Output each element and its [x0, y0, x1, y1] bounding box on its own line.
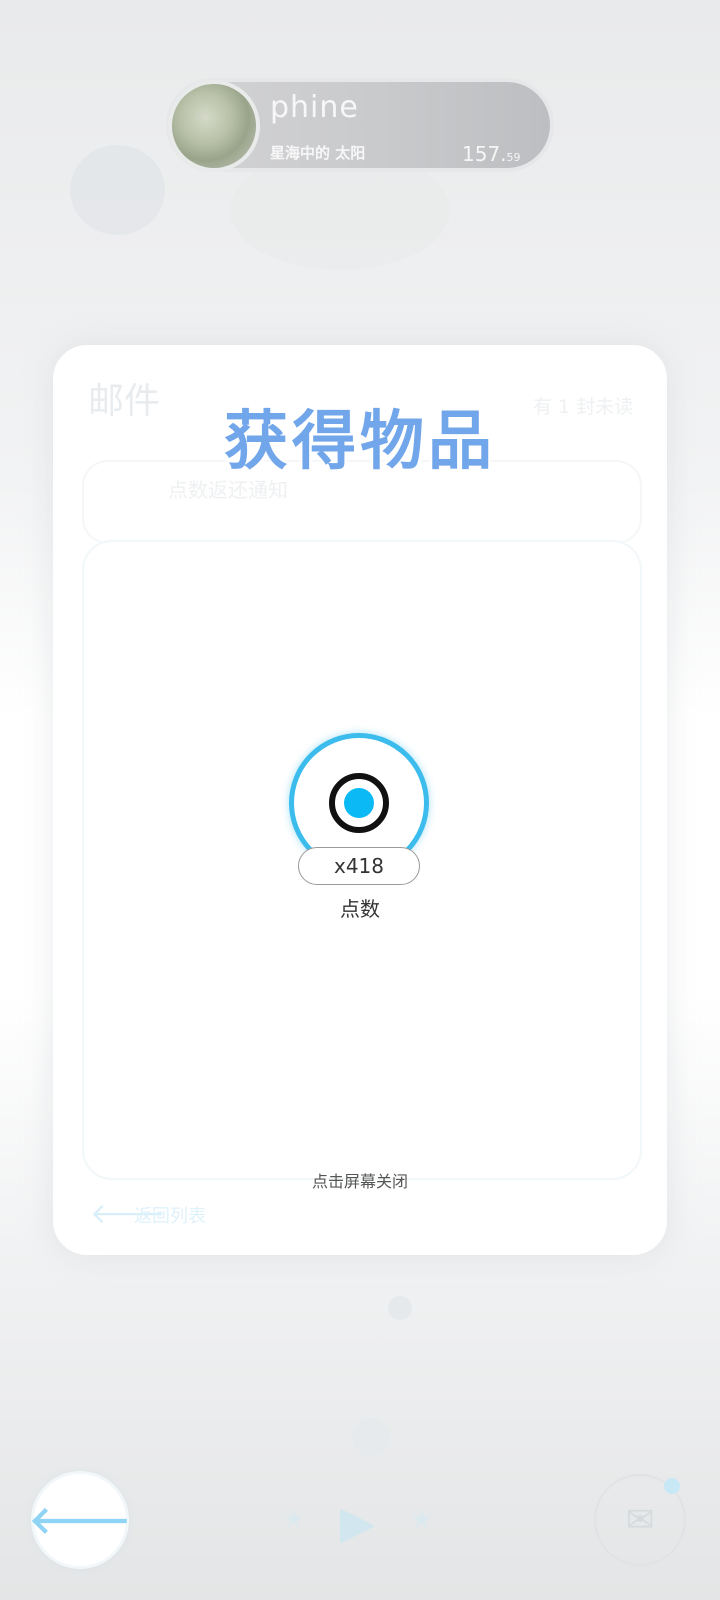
- player-score-decimal: 59: [506, 151, 521, 164]
- dismiss-hint[interactable]: 点击屏幕关闭: [0, 1168, 720, 1192]
- envelope-icon: ✉: [625, 1500, 655, 1540]
- player-score: 157.59: [462, 142, 521, 166]
- background-dot: [352, 1418, 390, 1456]
- player-score-main: 157.: [462, 142, 507, 166]
- reward-name: 点数: [340, 897, 380, 921]
- avatar[interactable]: [172, 84, 256, 168]
- notification-dot: [664, 1478, 680, 1494]
- popup-title: 获得物品: [224, 405, 496, 479]
- points-icon-core: [344, 788, 374, 818]
- back-button[interactable]: 🡐: [29, 1474, 131, 1566]
- star-icon: ★: [410, 1505, 434, 1535]
- back-to-list-link[interactable]: 返回列表: [134, 1202, 206, 1228]
- reward-count-badge: x418: [298, 847, 420, 885]
- arrow-left-icon: 🡐: [29, 1498, 131, 1542]
- player-name: phine: [270, 90, 359, 125]
- player-title: 星海中的 太阳: [270, 144, 366, 162]
- background-dot: [388, 1296, 412, 1320]
- play-icon[interactable]: ▶: [340, 1495, 375, 1549]
- background-bubble: [70, 145, 165, 235]
- star-icon: ★: [283, 1505, 305, 1533]
- background-bubble: [230, 150, 450, 270]
